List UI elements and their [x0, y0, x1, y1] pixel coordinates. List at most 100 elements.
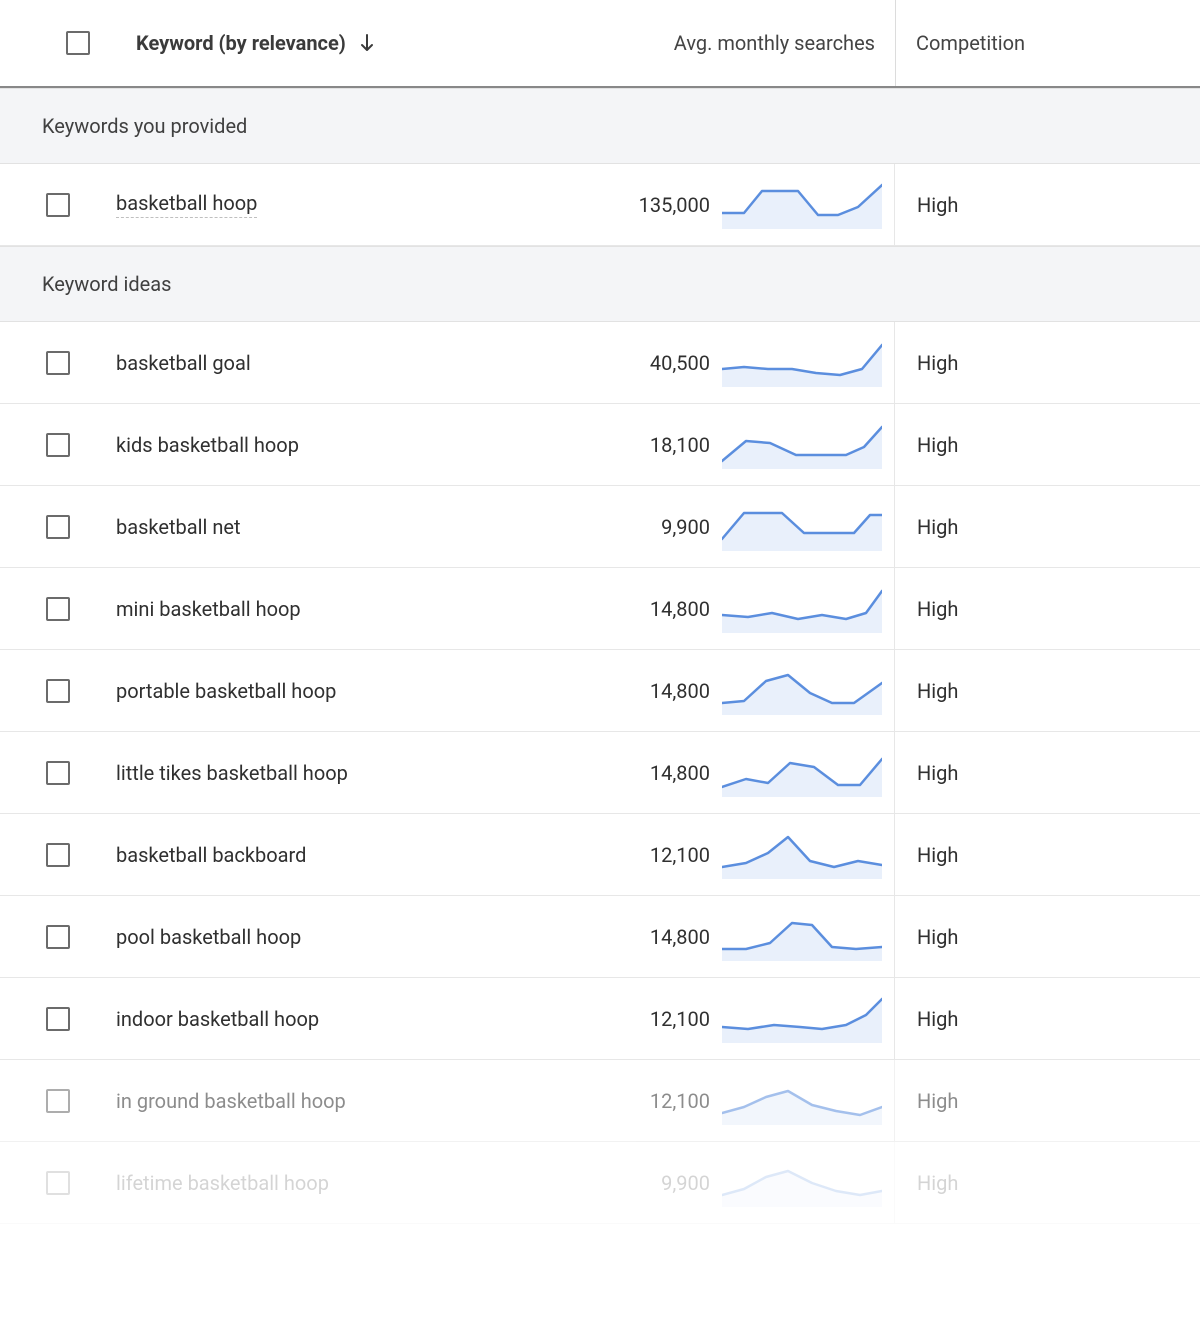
cell-competition: High — [895, 978, 1200, 1059]
checkbox-wrap — [0, 679, 116, 703]
row-checkbox[interactable] — [46, 515, 70, 539]
checkbox-wrap — [0, 1007, 116, 1031]
table-row: lifetime basketball hoop 9,900 High — [0, 1142, 1200, 1224]
cell-searches: 9,900 — [520, 1142, 895, 1223]
keyword-text[interactable]: kids basketball hoop — [116, 433, 299, 457]
row-checkbox[interactable] — [46, 843, 70, 867]
sparkline — [722, 995, 882, 1043]
cell-competition: High — [895, 896, 1200, 977]
competition-value: High — [917, 193, 958, 217]
searches-value: 12,100 — [620, 1089, 710, 1113]
select-all-wrap — [20, 31, 136, 55]
cell-competition: High — [895, 650, 1200, 731]
cell-searches: 14,800 — [520, 896, 895, 977]
checkbox-wrap — [0, 925, 116, 949]
searches-value: 14,800 — [620, 761, 710, 785]
header-searches-label: Avg. monthly searches — [674, 31, 875, 55]
keyword-text[interactable]: basketball goal — [116, 351, 251, 375]
sparkline — [722, 1077, 882, 1125]
competition-value: High — [917, 1171, 958, 1195]
checkbox-wrap — [0, 843, 116, 867]
cell-keyword: basketball net — [0, 486, 520, 567]
keyword-text[interactable]: basketball backboard — [116, 843, 306, 867]
checkbox-wrap — [0, 597, 116, 621]
keyword-table: Keyword (by relevance) Avg. monthly sear… — [0, 0, 1200, 1224]
section-ideas-label: Keyword ideas — [42, 272, 171, 296]
row-checkbox[interactable] — [46, 761, 70, 785]
row-checkbox[interactable] — [46, 1007, 70, 1031]
cell-searches: 135,000 — [520, 164, 895, 245]
checkbox-wrap — [0, 351, 116, 375]
header-keyword[interactable]: Keyword (by relevance) — [0, 0, 520, 86]
competition-value: High — [917, 433, 958, 457]
row-checkbox[interactable] — [46, 597, 70, 621]
cell-searches: 14,800 — [520, 568, 895, 649]
keyword-text[interactable]: basketball net — [116, 515, 241, 539]
header-competition-label: Competition — [916, 31, 1025, 55]
cell-searches: 14,800 — [520, 650, 895, 731]
sort-down-icon[interactable] — [358, 33, 376, 53]
keyword-text[interactable]: pool basketball hoop — [116, 925, 301, 949]
keyword-text[interactable]: mini basketball hoop — [116, 597, 301, 621]
keyword-text[interactable]: little tikes basketball hoop — [116, 761, 348, 785]
row-checkbox[interactable] — [46, 351, 70, 375]
searches-value: 14,800 — [620, 679, 710, 703]
cell-keyword: indoor basketball hoop — [0, 978, 520, 1059]
row-checkbox[interactable] — [46, 1171, 70, 1195]
competition-value: High — [917, 679, 958, 703]
cell-keyword: portable basketball hoop — [0, 650, 520, 731]
keyword-text[interactable]: lifetime basketball hoop — [116, 1171, 329, 1195]
section-provided: Keywords you provided — [0, 88, 1200, 164]
table-row: basketball net 9,900 High — [0, 486, 1200, 568]
table-row: kids basketball hoop 18,100 High — [0, 404, 1200, 486]
row-checkbox[interactable] — [46, 679, 70, 703]
cell-keyword: mini basketball hoop — [0, 568, 520, 649]
keyword-text[interactable]: basketball hoop — [116, 191, 257, 218]
header-keyword-label: Keyword (by relevance) — [136, 31, 346, 55]
searches-value: 14,800 — [620, 925, 710, 949]
keyword-text[interactable]: indoor basketball hoop — [116, 1007, 319, 1031]
cell-searches: 14,800 — [520, 732, 895, 813]
checkbox-wrap — [0, 1089, 116, 1113]
row-checkbox[interactable] — [46, 433, 70, 457]
table-row: little tikes basketball hoop 14,800 High — [0, 732, 1200, 814]
keyword-text[interactable]: portable basketball hoop — [116, 679, 336, 703]
checkbox-wrap — [0, 761, 116, 785]
select-all-checkbox[interactable] — [66, 31, 90, 55]
competition-value: High — [917, 597, 958, 621]
keyword-text[interactable]: in ground basketball hoop — [116, 1089, 346, 1113]
cell-searches: 18,100 — [520, 404, 895, 485]
cell-competition: High — [895, 1142, 1200, 1223]
row-checkbox[interactable] — [46, 193, 70, 217]
cell-searches: 12,100 — [520, 978, 895, 1059]
sparkline — [722, 1159, 882, 1207]
table-row: portable basketball hoop 14,800 High — [0, 650, 1200, 732]
cell-searches: 12,100 — [520, 1060, 895, 1141]
row-checkbox[interactable] — [46, 925, 70, 949]
competition-value: High — [917, 843, 958, 867]
cell-competition: High — [895, 322, 1200, 403]
cell-searches: 40,500 — [520, 322, 895, 403]
searches-value: 9,900 — [620, 1171, 710, 1195]
cell-searches: 9,900 — [520, 486, 895, 567]
searches-value: 18,100 — [620, 433, 710, 457]
row-checkbox[interactable] — [46, 1089, 70, 1113]
sparkline — [722, 585, 882, 633]
sparkline — [722, 421, 882, 469]
competition-value: High — [917, 515, 958, 539]
searches-value: 12,100 — [620, 1007, 710, 1031]
table-row: basketball backboard 12,100 High — [0, 814, 1200, 896]
cell-competition: High — [895, 732, 1200, 813]
sparkline — [722, 913, 882, 961]
cell-keyword: basketball hoop — [0, 164, 520, 245]
searches-value: 12,100 — [620, 843, 710, 867]
checkbox-wrap — [0, 193, 116, 217]
header-searches[interactable]: Avg. monthly searches — [520, 0, 895, 86]
cell-keyword: little tikes basketball hoop — [0, 732, 520, 813]
cell-competition: High — [895, 404, 1200, 485]
sparkline — [722, 339, 882, 387]
table-row: pool basketball hoop 14,800 High — [0, 896, 1200, 978]
checkbox-wrap — [0, 1171, 116, 1195]
header-competition[interactable]: Competition — [895, 0, 1200, 86]
sparkline — [722, 831, 882, 879]
